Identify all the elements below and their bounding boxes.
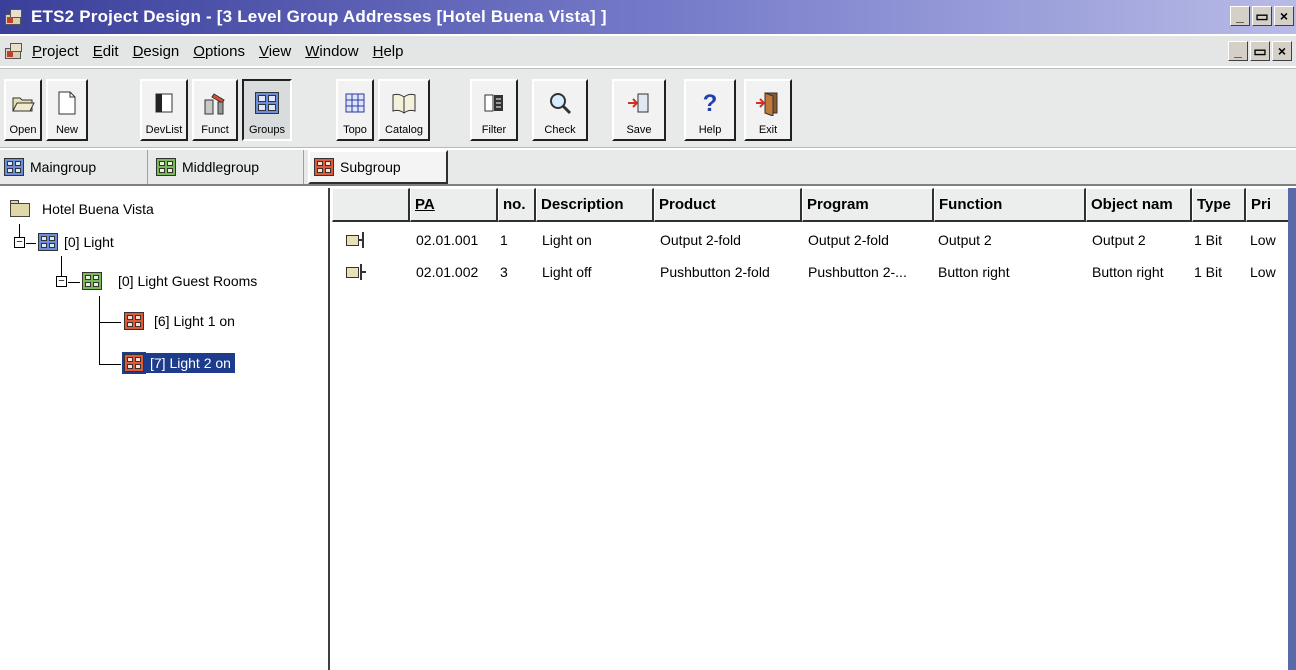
tab-middlegroup[interactable]: Middlegroup — [152, 150, 304, 184]
doc-restore-button[interactable]: ▭ — [1250, 41, 1270, 61]
tab-maingroup[interactable]: Maingroup — [0, 150, 148, 184]
devlist-button[interactable]: DevList — [140, 79, 188, 141]
menu-help[interactable]: Help — [373, 43, 404, 60]
table-row[interactable]: 02.01.002 3 Light off Pushbutton 2-fold … — [332, 256, 1288, 288]
svg-text:?: ? — [703, 90, 718, 116]
tree-item-sub-light-2[interactable]: [7] Light 2 on — [122, 352, 235, 374]
folder-icon — [10, 200, 32, 218]
minimize-button[interactable]: _ — [1230, 6, 1250, 26]
subgroup-icon — [314, 158, 334, 176]
col-function[interactable]: Function — [934, 188, 1086, 222]
check-button[interactable]: Check — [532, 79, 588, 141]
new-file-icon — [58, 91, 76, 114]
exit-door-icon — [756, 91, 778, 116]
filter-icon — [484, 94, 503, 111]
object-table: PA no. Description Product Program Funct… — [332, 188, 1288, 670]
menu-design[interactable]: Design — [133, 43, 180, 60]
middlegroup-icon — [82, 272, 102, 290]
magnifier-icon — [550, 92, 572, 114]
subgroup-icon — [124, 312, 144, 330]
restore-button[interactable]: ▭ — [1252, 6, 1272, 26]
help-question-icon: ? — [703, 90, 718, 116]
topology-icon — [345, 93, 365, 112]
title-bar: ETS2 Project Design - [3 Level Group Add… — [0, 0, 1296, 34]
menu-options[interactable]: Options — [193, 43, 245, 60]
function-tools-icon — [204, 92, 225, 114]
tree-item-sub-light-1[interactable]: [6] Light 1 on — [124, 312, 235, 330]
menu-window[interactable]: Window — [305, 43, 358, 60]
table-row[interactable]: 02.01.001 1 Light on Output 2-fold Outpu… — [332, 224, 1288, 256]
catalog-button[interactable]: Catalog — [378, 79, 430, 141]
tree-item-middle-guest-rooms[interactable]: [0] Light Guest Rooms — [82, 272, 257, 290]
toolbar: Open New DevList Funct Groups Topo Catal… — [0, 68, 1296, 148]
output-device-icon — [346, 231, 368, 249]
menu-project[interactable]: Project — [32, 43, 79, 60]
subgroup-icon — [124, 354, 144, 372]
middlegroup-icon — [156, 158, 176, 176]
save-button[interactable]: Save — [612, 79, 666, 141]
save-arrow-icon — [628, 93, 649, 112]
help-button[interactable]: ? Help — [684, 79, 736, 141]
col-pa[interactable]: PA — [410, 188, 498, 222]
doc-close-button[interactable]: × — [1272, 41, 1292, 61]
tab-subgroup[interactable]: Subgroup — [308, 150, 448, 184]
new-button[interactable]: New — [46, 79, 88, 141]
col-no[interactable]: no. — [498, 188, 536, 222]
maingroup-icon — [38, 233, 58, 251]
col-description[interactable]: Description — [536, 188, 654, 222]
window-frame-edge — [1288, 188, 1296, 670]
window-title: ETS2 Project Design - [3 Level Group Add… — [31, 7, 607, 26]
group-level-bar: Maingroup Middlegroup Subgroup — [0, 150, 1296, 186]
topo-button[interactable]: Topo — [336, 79, 374, 141]
maingroup-icon — [4, 158, 24, 176]
document-icon[interactable] — [4, 41, 26, 61]
group-address-tree[interactable]: Hotel Buena Vista − [0] Light − [0] Ligh… — [0, 188, 330, 670]
table-header: PA no. Description Product Program Funct… — [332, 188, 1288, 222]
col-icon[interactable] — [332, 188, 410, 222]
groups-button[interactable]: Groups — [242, 79, 292, 141]
input-device-icon — [346, 263, 368, 281]
funct-button[interactable]: Funct — [192, 79, 238, 141]
col-program[interactable]: Program — [802, 188, 934, 222]
folder-open-icon — [12, 97, 35, 111]
device-list-icon — [155, 93, 173, 112]
open-button[interactable]: Open — [4, 79, 42, 141]
tree-item-main-light[interactable]: [0] Light — [38, 233, 114, 251]
filter-button[interactable]: Filter — [470, 79, 518, 141]
expand-main-icon[interactable]: − — [14, 237, 25, 248]
col-object-name[interactable]: Object nam — [1086, 188, 1192, 222]
app-icon — [4, 7, 26, 27]
col-priority[interactable]: Pri — [1246, 188, 1288, 222]
tree-root[interactable]: Hotel Buena Vista — [10, 200, 154, 218]
doc-minimize-button[interactable]: _ — [1228, 41, 1248, 61]
close-button[interactable]: × — [1274, 6, 1294, 26]
menu-view[interactable]: View — [259, 43, 291, 60]
groups-icon — [255, 91, 279, 114]
expand-middle-icon[interactable]: − — [56, 276, 67, 287]
exit-button[interactable]: Exit — [744, 79, 792, 141]
menu-bar: Project Edit Design Options View Window … — [0, 36, 1296, 66]
col-type[interactable]: Type — [1192, 188, 1246, 222]
menu-edit[interactable]: Edit — [93, 43, 119, 60]
catalog-book-icon — [392, 93, 416, 114]
col-product[interactable]: Product — [654, 188, 802, 222]
